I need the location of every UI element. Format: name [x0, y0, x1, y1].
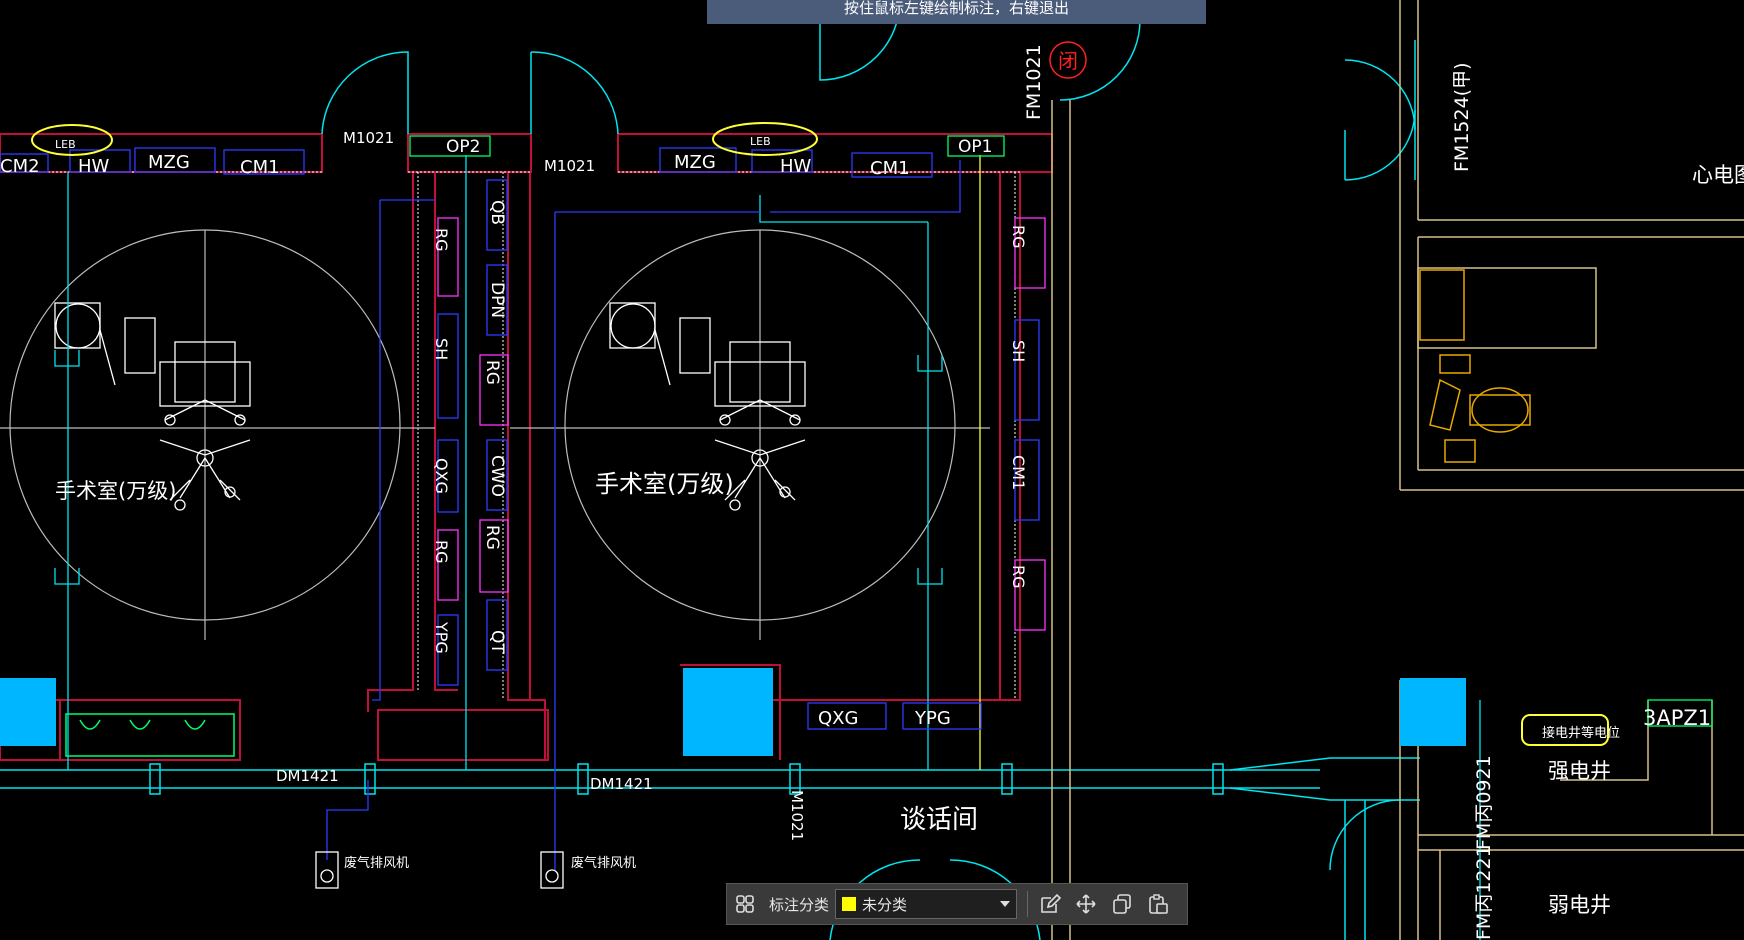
fire-door-symbol: 闭 [1058, 49, 1078, 73]
door-dm1421-b: DM1421 [590, 775, 653, 793]
tag-qt: QT [487, 630, 507, 654]
cad-drawing-canvas[interactable]: 闭 LEB CM2 HW MZG CM1 M1021 OP2 M1021 MZG… [0, 0, 1744, 940]
talk-room-label: 谈话间 [900, 805, 978, 835]
category-grid-button[interactable] [727, 886, 763, 922]
door-m1021-a: M1021 [343, 129, 394, 147]
tag-rg-3: RG [482, 360, 502, 385]
edit-button[interactable] [1032, 886, 1068, 922]
tag-cm2: CM2 [0, 156, 40, 177]
tag-cm1-b: CM1 [870, 158, 910, 179]
equip-note: 接电井等电位 [1542, 725, 1620, 741]
tag-hw-1: HW [78, 156, 110, 177]
fan-label-1: 废气排风机 [344, 855, 409, 871]
dental-chair-right [1419, 269, 1531, 463]
tag-qb: QB [487, 200, 507, 225]
category-label: 标注分类 [769, 895, 830, 914]
room-name-right: 手术室(万级) [595, 470, 734, 498]
corridor [0, 757, 1420, 940]
tag-cm1-c: CM1 [1009, 455, 1028, 490]
grid-icon [736, 895, 754, 913]
wall-hatch [0, 171, 1020, 700]
tag-rg-5: RG [1009, 225, 1028, 249]
cyan-block-2 [683, 668, 773, 756]
tag-rg-6: RG [1009, 565, 1028, 589]
tag-ypg-2: YPG [914, 708, 951, 729]
right-rooms [1051, 0, 1744, 940]
strong-well-label: 强电井 [1548, 759, 1611, 783]
category-color-swatch [842, 897, 857, 911]
chevron-down-icon [1000, 901, 1011, 907]
door-swings [321, 0, 1416, 940]
door-m1021-c: M1021 [788, 790, 806, 841]
tag-dpn: DPN [487, 282, 507, 318]
door-fm0921: FM丙0921 [1473, 755, 1495, 850]
tag-mzg-2: MZG [674, 152, 716, 173]
tag-op2: OP2 [446, 137, 480, 157]
edit-icon [1041, 893, 1062, 913]
tag-rg-4: RG [482, 525, 502, 550]
tag-cm1-a: CM1 [240, 157, 280, 178]
tag-leb-2: LEB [750, 135, 771, 148]
copy-icon [1113, 894, 1131, 914]
annotation-toolbar: 标注分类 未分类 [726, 883, 1188, 925]
door-fm1221: FM丙1221 [1473, 845, 1495, 940]
paste-button[interactable] [1140, 886, 1176, 922]
pipe-lines [67, 155, 1481, 940]
tag-hw-2: HW [780, 156, 812, 177]
toolbar-divider [1027, 891, 1029, 917]
tag-mzg-1: MZG [148, 152, 190, 173]
tag-ypg-1: YPG [432, 621, 451, 654]
weak-well-label: 弱电井 [1548, 893, 1611, 917]
walls [0, 133, 1053, 761]
tag-sh-2: SH [1009, 340, 1028, 362]
tag-leb-1: LEB [55, 138, 76, 151]
door-fm1524: FM1524(甲) [1451, 62, 1473, 172]
tag-sh-1: SH [432, 338, 451, 360]
fan-label-2: 废气排风机 [571, 855, 636, 871]
paste-icon [1149, 894, 1168, 914]
copy-button[interactable] [1104, 886, 1140, 922]
heart-room-label: 心电图 [1692, 163, 1744, 187]
cyan-block-1 [0, 678, 56, 746]
door-m1021-b: M1021 [544, 157, 595, 175]
category-select[interactable]: 未分类 [835, 889, 1018, 919]
instruction-tooltip: 按住鼠标左键绘制标注，右键退出 [707, 0, 1206, 24]
sink-cabinet [65, 713, 235, 757]
tag-qxg-2: QXG [818, 708, 858, 729]
cabinet-boxes [0, 135, 1713, 730]
tag-rg-2: RG [432, 540, 451, 564]
apz-label: 3APZ1 [1643, 706, 1711, 730]
move-button[interactable] [1068, 886, 1104, 922]
tag-op1: OP1 [958, 137, 992, 157]
tag-rg-1: RG [432, 228, 451, 252]
door-dm1421-a: DM1421 [276, 767, 339, 785]
tag-qxg-1: QXG [432, 458, 451, 494]
category-selected-value: 未分类 [862, 895, 908, 914]
cyan-block-3 [1400, 678, 1466, 746]
move-icon [1076, 894, 1096, 914]
room-name-left: 手术室(万级) [55, 479, 176, 503]
door-fm1021: FM1021 [1023, 44, 1045, 120]
yellow-annotations [31, 122, 1609, 746]
tag-cwo: CWO [487, 455, 507, 497]
